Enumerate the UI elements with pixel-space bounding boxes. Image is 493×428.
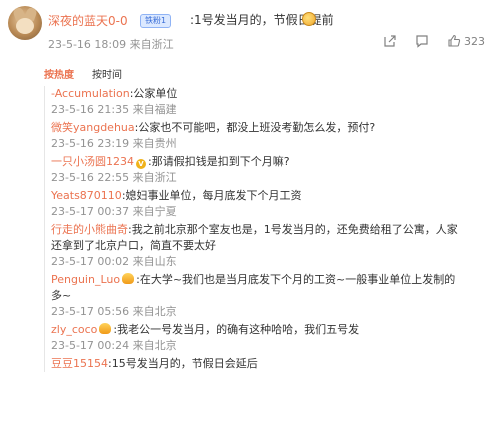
like-button[interactable]: 323	[447, 34, 485, 48]
avatar-face	[16, 18, 34, 34]
reply-username[interactable]: Penguin_Luo	[51, 273, 120, 286]
tab-sort-by-time[interactable]: 按时间	[92, 66, 122, 81]
reply-time: 23-5-17 00:24 来自北京	[51, 339, 177, 352]
reply-text: :公家也不可能吧，都没上班没考勤怎么发，预付?	[134, 121, 376, 134]
reply-text: :我老公一号发当月，的确有这种哈哈，我们五号发	[113, 323, 360, 336]
reply-item: Yeats870110:媳妇事业单位，每月底发下个月工资 23-5-17 00:…	[45, 188, 491, 220]
reply-line: -Accumulation:公家单位	[51, 86, 491, 102]
sort-tabs: 按热度 按时间	[0, 60, 493, 82]
fan-badge: 铁粉1	[140, 14, 172, 28]
reply-username[interactable]: 行走的小熊曲奇	[51, 223, 128, 236]
share-button[interactable]	[383, 34, 397, 48]
reply-button[interactable]	[415, 34, 429, 48]
reply-text-continued: 还拿到了北京户口，简直不要太好	[51, 239, 216, 252]
thumbs-up-icon	[448, 34, 461, 47]
reply-item: zly_coco :我老公一号发当月，的确有这种哈哈，我们五号发 23-5-17 …	[45, 322, 491, 354]
reply-item: 行走的小熊曲奇:我之前北京那个室友也是，1号发当月的，还免费给租了公寓，人家 还…	[45, 222, 491, 270]
reply-username[interactable]: Yeats870110	[51, 189, 122, 202]
emoji-icon	[302, 12, 316, 26]
tab-sort-by-hot[interactable]: 按热度	[44, 66, 74, 81]
reply-line: zly_coco :我老公一号发当月，的确有这种哈哈，我们五号发	[51, 322, 491, 338]
reply-time: 23-5-16 23:19 来自贵州	[51, 137, 177, 150]
reply-item: -Accumulation:公家单位 23-5-16 21:35 来自福建	[45, 86, 491, 118]
reply-item: 一只小汤圆1234 V:那请假扣钱是扣到下个月嘛? 23-5-16 22:55 来…	[45, 154, 491, 186]
reply-time: 23-5-17 00:37 来自宁夏	[51, 205, 177, 218]
comment-time: 23-5-16 18:09 来自浙江	[48, 38, 174, 51]
reply-item: 微笑yangdehua:公家也不可能吧，都没上班没考勤怎么发，预付? 23-5-…	[45, 120, 491, 152]
reply-text: :公家单位	[129, 87, 178, 100]
reply-text: :媳妇事业单位，每月底发下个月工资	[121, 189, 302, 202]
reply-line: 一只小汤圆1234 V:那请假扣钱是扣到下个月嘛?	[51, 154, 491, 170]
reply-text: :我之前北京那个室友也是，1号发当月的，还免费给租了公寓，人家	[128, 223, 458, 236]
comment-username[interactable]: 深夜的蓝天0-0	[48, 12, 128, 29]
weibo-comment: 深夜的蓝天0-0 铁粉1 :1号发当月的，节假日提前 23-5-16 18:09…	[0, 0, 493, 60]
reply-time: 23-5-17 00:02 来自山东	[51, 255, 177, 268]
reply-line: 豆豆15154:15号发当月的，节假日会延后	[51, 356, 491, 372]
reply-username[interactable]: -Accumulation	[51, 87, 130, 100]
share-icon	[384, 35, 396, 47]
reply-line: Yeats870110:媳妇事业单位，每月底发下个月工资	[51, 188, 491, 204]
crown-badge-icon	[99, 323, 112, 334]
reply-line: Penguin_Luo :在大学~我们也是当月底发下个月的工资~一般事业单位上发制…	[51, 272, 491, 288]
reply-time: 23-5-16 21:35 来自福建	[51, 103, 177, 116]
crown-badge-icon	[122, 273, 135, 284]
reply-username[interactable]: 豆豆15154	[51, 357, 108, 370]
reply-text: :在大学~我们也是当月底发下个月的工资~一般事业单位上发制的	[136, 273, 456, 286]
reply-text: :15号发当月的，节假日会延后	[108, 357, 258, 370]
reply-item: Penguin_Luo :在大学~我们也是当月底发下个月的工资~一般事业单位上发制…	[45, 272, 491, 320]
reply-thread: -Accumulation:公家单位 23-5-16 21:35 来自福建 微笑…	[44, 86, 491, 372]
verified-icon: V	[136, 159, 146, 169]
reply-username[interactable]: zly_coco	[51, 323, 97, 336]
comment-icon	[416, 35, 428, 48]
reply-text: :那请假扣钱是扣到下个月嘛?	[148, 155, 290, 168]
reply-item: 豆豆15154:15号发当月的，节假日会延后	[45, 356, 491, 372]
reply-text-continued: 多~	[51, 289, 72, 302]
like-count: 323	[464, 34, 485, 48]
reply-line: 行走的小熊曲奇:我之前北京那个室友也是，1号发当月的，还免费给租了公寓，人家	[51, 222, 491, 238]
reply-username[interactable]: 一只小汤圆1234	[51, 155, 134, 168]
reply-time: 23-5-16 22:55 来自浙江	[51, 171, 177, 184]
reply-username[interactable]: 微笑yangdehua	[51, 121, 135, 134]
reply-line: 微笑yangdehua:公家也不可能吧，都没上班没考勤怎么发，预付?	[51, 120, 491, 136]
reply-time: 23-5-17 05:56 来自北京	[51, 305, 177, 318]
user-avatar[interactable]	[8, 6, 42, 40]
comment-actions: 323	[383, 34, 485, 48]
